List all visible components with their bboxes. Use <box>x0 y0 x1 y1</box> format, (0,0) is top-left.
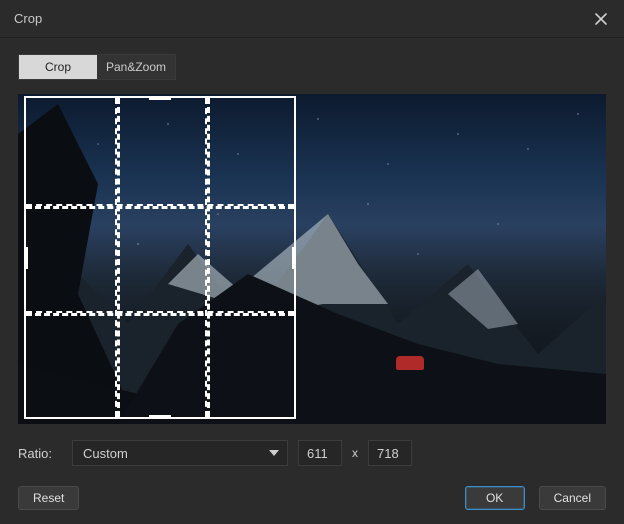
dialog-footer: Reset OK Cancel <box>0 478 624 524</box>
tab-crop[interactable]: Crop <box>19 55 97 79</box>
ratio-controls: Ratio: Custom 611 x 718 <box>18 440 606 466</box>
grid-line <box>26 204 294 209</box>
crop-handle-right[interactable] <box>292 247 296 269</box>
crop-width-field[interactable]: 611 <box>298 440 342 466</box>
ok-button[interactable]: OK <box>465 486 525 510</box>
ratio-select[interactable]: Custom <box>72 440 288 466</box>
image-preview[interactable] <box>18 94 606 424</box>
dimension-separator: x <box>352 446 358 460</box>
crop-selection[interactable] <box>24 96 296 419</box>
crop-handle-top[interactable] <box>149 96 171 100</box>
window-title: Crop <box>14 11 42 26</box>
crop-handle-left[interactable] <box>24 247 28 269</box>
crop-handle-top-right[interactable] <box>280 96 296 112</box>
crop-height-value: 718 <box>377 446 399 461</box>
chevron-down-icon <box>269 450 279 456</box>
crop-handle-bottom-left[interactable] <box>24 403 40 419</box>
ratio-label: Ratio: <box>18 446 62 461</box>
crop-width-value: 611 <box>307 446 328 461</box>
content-area: Crop Pan&Zoom <box>0 38 624 466</box>
grid-line <box>205 98 210 417</box>
crop-handle-bottom[interactable] <box>149 415 171 419</box>
cancel-button[interactable]: Cancel <box>539 486 606 510</box>
grid-line <box>26 311 294 316</box>
grid-line <box>115 98 120 417</box>
ratio-select-value: Custom <box>83 446 128 461</box>
close-icon[interactable] <box>592 10 610 28</box>
crop-height-field[interactable]: 718 <box>368 440 412 466</box>
tab-panzoom[interactable]: Pan&Zoom <box>97 55 175 79</box>
tent-marker <box>396 356 424 370</box>
titlebar: Crop <box>0 0 624 38</box>
crop-handle-bottom-right[interactable] <box>280 403 296 419</box>
crop-handle-top-left[interactable] <box>24 96 40 112</box>
reset-button[interactable]: Reset <box>18 486 79 510</box>
tabs: Crop Pan&Zoom <box>18 54 176 80</box>
